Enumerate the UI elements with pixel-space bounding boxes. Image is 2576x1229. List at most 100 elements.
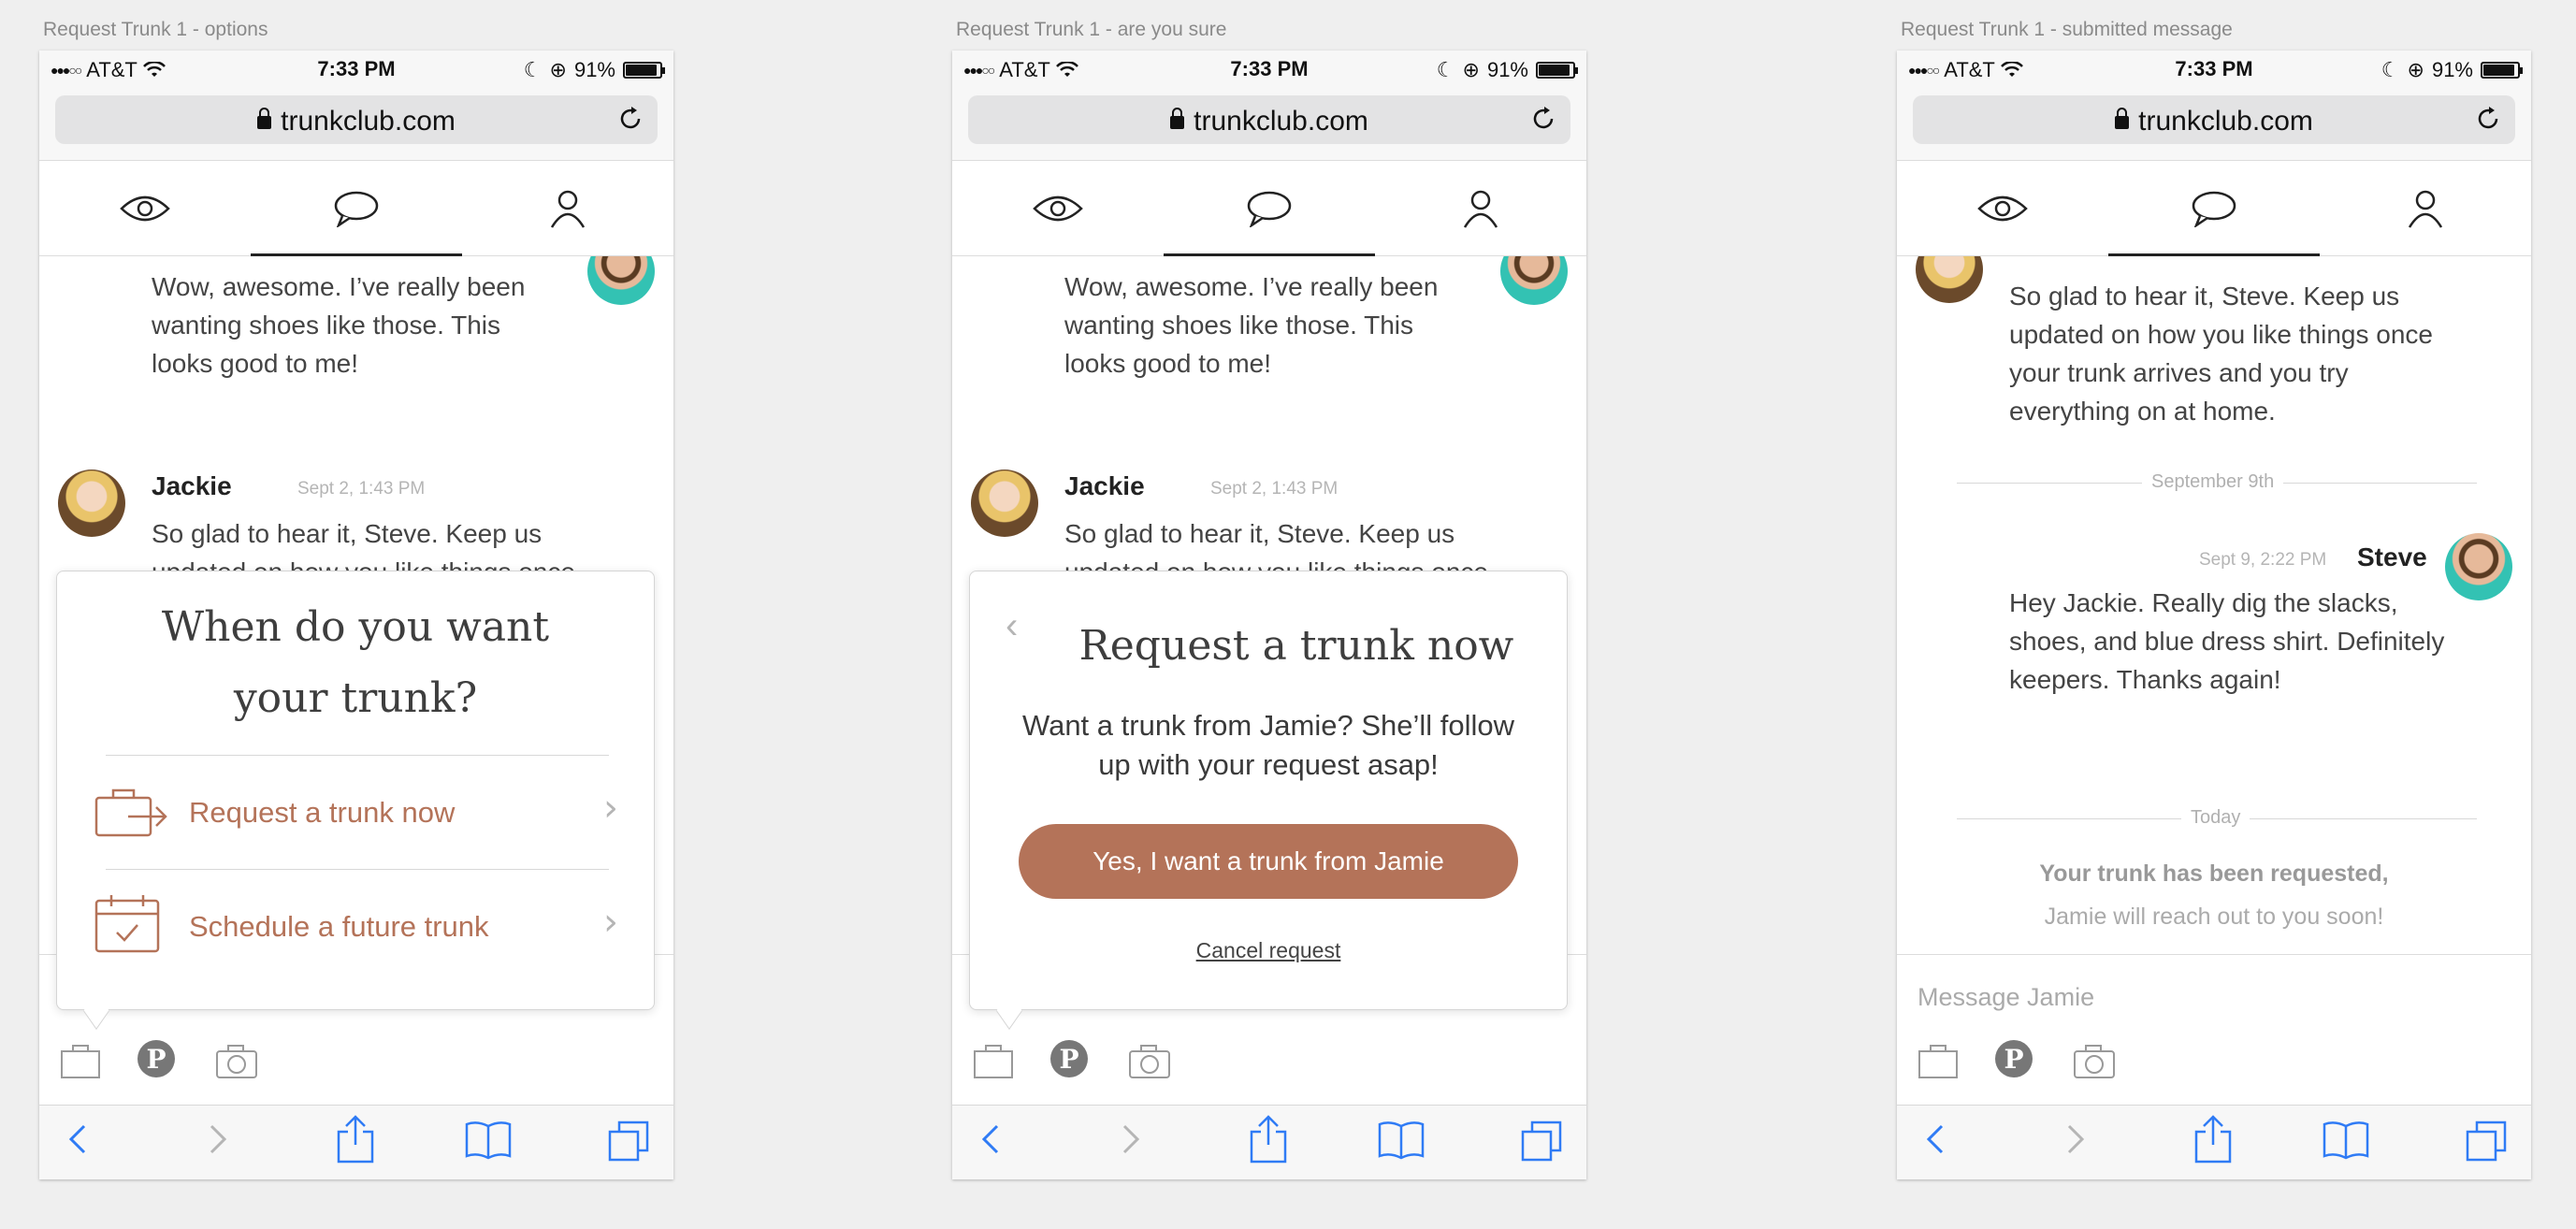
steve-avatar xyxy=(1500,256,1568,305)
bookmarks-icon[interactable] xyxy=(1377,1119,1425,1160)
eye-icon xyxy=(1033,195,1083,222)
battery-percent: 91% xyxy=(2431,58,2473,81)
rotation-lock-icon: ⊕ xyxy=(1462,58,1480,81)
trunk-icon[interactable] xyxy=(973,1044,1014,1079)
trunk-icon[interactable] xyxy=(60,1044,101,1079)
trunk-requested-notice: Your trunk has been requested, xyxy=(2039,860,2389,887)
eye-icon xyxy=(1977,195,2028,222)
safari-toolbar xyxy=(1897,1105,2531,1179)
browser-url-area: trunkclub.com xyxy=(952,88,1586,161)
phone-screen: ●●●○○ AT&T 7:33 PM ☾ ⊕ 91% trunkclub.com So… xyxy=(1897,51,2531,1179)
battery-percent: 91% xyxy=(1486,58,1528,81)
share-icon[interactable] xyxy=(2192,1115,2234,1164)
url-text: trunkclub.com xyxy=(281,106,456,137)
chat-icon xyxy=(2192,191,2236,227)
camera-icon[interactable] xyxy=(2073,1044,2116,1079)
tabs-icon[interactable] xyxy=(606,1119,651,1162)
date-divider-label: Today xyxy=(2181,807,2250,829)
popup-body: Want a trunk from Jamie? She’ll follow u… xyxy=(1021,709,1515,781)
jackie-avatar xyxy=(971,470,1038,537)
confirm-trunk-button[interactable]: Yes, I want a trunk from Jamie xyxy=(1019,824,1518,899)
tab-eye[interactable] xyxy=(39,161,251,256)
browser-url-area: trunkclub.com xyxy=(1897,88,2531,161)
trunk-options-popup: When do you want your trunk? Request a t… xyxy=(56,571,655,1030)
rotation-lock-icon: ⊕ xyxy=(549,58,567,81)
status-bar: ●●●○○ AT&T 7:33 PM ☾ ⊕ 91% xyxy=(39,51,673,88)
back-icon[interactable] xyxy=(977,1119,1005,1160)
steve-message: Wow, awesome. I’ve really been wanting s… xyxy=(1064,272,1439,378)
forward-icon[interactable] xyxy=(2062,1119,2090,1160)
url-bar[interactable]: trunkclub.com xyxy=(968,95,1570,144)
back-icon[interactable] xyxy=(64,1119,92,1160)
tabs-icon[interactable] xyxy=(2464,1119,2509,1162)
jackie-timestamp: Sept 2, 1:43 PM xyxy=(1210,479,1339,499)
url-text: trunkclub.com xyxy=(2138,106,2313,137)
calendar-check-icon xyxy=(94,895,160,953)
trunk-icon[interactable] xyxy=(1918,1044,1959,1079)
bookmarks-icon[interactable] xyxy=(464,1119,513,1160)
phone-screen: ●●●○○ AT&T 7:33 PM ☾ ⊕ 91% trunkclub.com Wo… xyxy=(952,51,1586,1179)
forward-icon[interactable] xyxy=(1117,1119,1145,1160)
steve-timestamp: Sept 9, 2:22 PM xyxy=(2199,550,2327,570)
jackie-avatar xyxy=(58,470,125,537)
jackie-avatar xyxy=(1916,256,1983,303)
steve-avatar xyxy=(2445,533,2512,600)
reload-icon[interactable] xyxy=(2474,105,2502,133)
confirm-request-popup: ‹ Request a trunk now Want a trunk from … xyxy=(969,571,1568,1030)
option-schedule-future-label: Schedule a future trunk xyxy=(189,910,489,943)
bookmarks-icon[interactable] xyxy=(2322,1119,2370,1160)
tab-chat[interactable] xyxy=(2108,161,2320,256)
artboard-are-you-sure: Request Trunk 1 - are you sure ●●●○○ AT&T… xyxy=(952,0,1586,1229)
reload-icon[interactable] xyxy=(1529,105,1557,133)
popup-title: When do you want your trunk? xyxy=(161,603,550,722)
cancel-request-link[interactable]: Cancel request xyxy=(970,938,1567,963)
browser-url-area: trunkclub.com xyxy=(39,88,673,161)
tab-navigation xyxy=(39,161,673,256)
share-icon[interactable] xyxy=(335,1115,376,1164)
phone-screen: ●●●○○ AT&T 7:33 PM ☾ ⊕ 91% trunkclub.com Wo… xyxy=(39,51,673,1179)
pinterest-icon[interactable]: P xyxy=(1994,1039,2033,1078)
tab-profile[interactable] xyxy=(462,161,673,256)
pinterest-icon[interactable]: P xyxy=(137,1039,176,1078)
url-bar[interactable]: trunkclub.com xyxy=(1913,95,2515,144)
option-schedule-future[interactable]: Schedule a future trunk › xyxy=(57,873,654,983)
status-bar: ●●●○○ AT&T 7:33 PM ☾ ⊕ 91% xyxy=(952,51,1586,88)
moon-icon: ☾ xyxy=(523,58,543,81)
reload-icon[interactable] xyxy=(616,105,644,133)
date-divider-label: September 9th xyxy=(2142,471,2284,493)
jackie-name: Jackie xyxy=(1064,471,1145,500)
svg-text:P: P xyxy=(2004,1044,2023,1075)
message-input[interactable]: Message Jamie xyxy=(1918,983,2094,1012)
tab-navigation xyxy=(1897,161,2531,256)
moon-icon: ☾ xyxy=(2381,58,2400,81)
pinterest-icon[interactable]: P xyxy=(1049,1039,1089,1078)
artboard-label: Request Trunk 1 - submitted message xyxy=(1901,19,2233,40)
option-request-now-label: Request a trunk now xyxy=(189,796,456,829)
lock-icon xyxy=(2115,108,2130,129)
artboard-options: Request Trunk 1 - options ●●●○○ AT&T 7:33… xyxy=(39,0,673,1229)
forward-icon[interactable] xyxy=(204,1119,232,1160)
camera-icon[interactable] xyxy=(1128,1044,1171,1079)
battery-icon xyxy=(623,62,665,79)
tab-profile[interactable] xyxy=(1375,161,1586,256)
tab-chat[interactable] xyxy=(1164,161,1375,256)
option-request-now[interactable]: Request a trunk now › xyxy=(57,759,654,869)
tab-eye[interactable] xyxy=(1897,161,2108,256)
jackie-name: Jackie xyxy=(152,471,232,500)
safari-toolbar xyxy=(952,1105,1586,1179)
share-icon[interactable] xyxy=(1248,1115,1289,1164)
chat-thread: So glad to hear it, Steve. Keep us updat… xyxy=(1897,256,2531,954)
battery-icon xyxy=(2481,62,2523,79)
tab-profile[interactable] xyxy=(2320,161,2531,256)
tab-chat[interactable] xyxy=(251,161,462,256)
chevron-right-icon: › xyxy=(603,787,618,830)
camera-icon[interactable] xyxy=(215,1044,258,1079)
back-icon[interactable] xyxy=(1921,1119,1949,1160)
profile-icon xyxy=(1463,190,1498,228)
tabs-icon[interactable] xyxy=(1519,1119,1564,1162)
svg-text:P: P xyxy=(146,1044,166,1075)
lock-icon xyxy=(257,108,272,129)
url-bar[interactable]: trunkclub.com xyxy=(55,95,658,144)
artboard-label: Request Trunk 1 - options xyxy=(43,19,268,40)
tab-eye[interactable] xyxy=(952,161,1164,256)
